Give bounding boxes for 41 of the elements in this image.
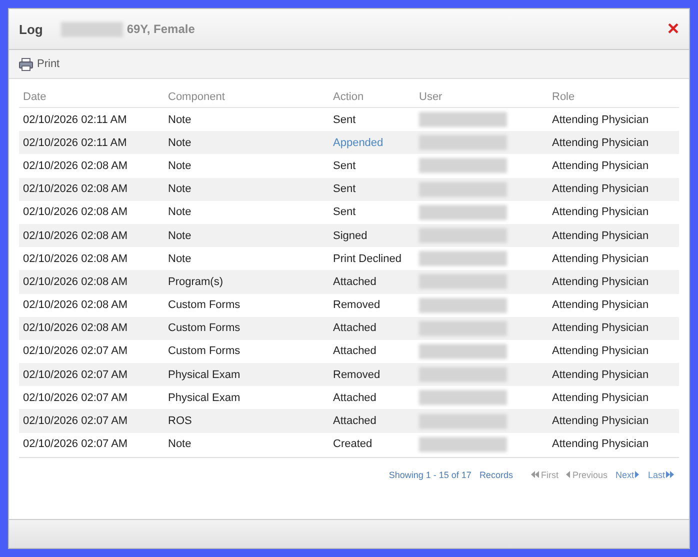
patient-info: 69Y, Female [126,22,195,36]
table-cell: Attending Physician [548,363,679,386]
table-cell: Attached [329,270,415,294]
table-cell: Note [164,178,329,201]
table-cell: 02/10/2026 02:11 AM [19,131,164,154]
table-cell: Note [164,131,329,154]
dialog-title: Log [19,22,43,36]
table-cell: Physical Exam [164,363,329,386]
table-cell: Removed [329,363,415,386]
table-cell: 02/10/2026 02:08 AM [19,316,164,340]
table-cell: 02/10/2026 02:07 AM [19,363,164,386]
table-cell: ROS [164,409,329,433]
table-cell: Attending Physician [548,224,679,248]
table-cell: Note [164,224,329,248]
left-arrow-icon [566,471,572,478]
left-arrow-icon [530,471,540,478]
table-cell: Attending Physician [548,316,679,340]
table-cell: Attached [329,409,415,433]
redacted-name [60,22,123,36]
table-cell: Attending Physician [548,131,679,154]
table-cell: Custom Forms [164,316,329,340]
table-cell: 02/10/2026 02:08 AM [19,224,164,248]
record-summary: Showing 1 - 15 of 17 [388,470,472,480]
table-cell: Attending Physician [548,409,679,433]
table-cell: 02/10/2026 02:07 AM [19,409,164,433]
close-button[interactable]: × [667,19,679,39]
pager-link[interactable]: Last [648,470,675,480]
right-arrow-icon [666,471,675,478]
table-cell: Program(s) [164,270,329,294]
table-cell: 02/10/2026 02:08 AM [19,270,164,294]
table-cell: Attending Physician [548,178,679,201]
records-label: Records [479,470,513,480]
right-arrow-icon [634,471,640,478]
printer-icon [19,58,33,70]
table-cell: 02/10/2026 02:08 AM [19,178,164,201]
table-cell: Signed [329,224,415,248]
table-cell: Attending Physician [548,270,679,294]
table-cell: Attached [329,316,415,340]
print-button[interactable]: Print [19,58,60,70]
pager-link[interactable]: Next [615,470,640,480]
table-cell: Sent [329,178,415,201]
